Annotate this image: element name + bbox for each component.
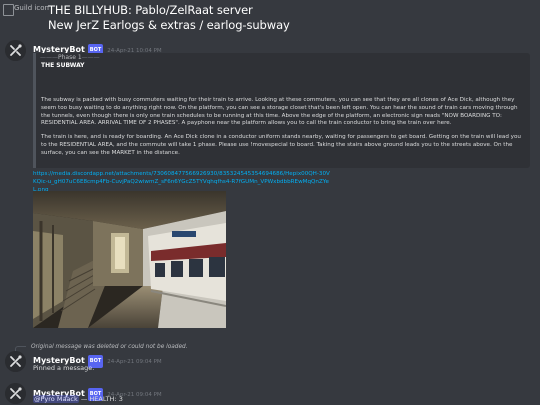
embed: ———Phase 1——— THE SUBWAY The subway is p… xyxy=(33,53,530,168)
channel-header: Guild icon THE BILLYHUB: Pablo/ZelRaat s… xyxy=(0,0,540,36)
broken-image-icon xyxy=(3,4,14,16)
attachment-image[interactable] xyxy=(33,191,226,328)
bot-avatar-icon xyxy=(5,351,26,372)
avatar[interactable] xyxy=(5,351,26,372)
message-body: @Pyro Maack — HEALTH: 3 xyxy=(33,395,123,403)
timestamp: 24-Apr-21 09:04 PM xyxy=(107,359,162,365)
avatar[interactable] xyxy=(5,383,26,404)
embed-paragraph: The subway is packed with busy commuters… xyxy=(41,97,518,127)
deleted-reference-note: Original message was deleted or could no… xyxy=(31,344,188,350)
channel-title: New JerZ Earlogs & extras / earlog-subwa… xyxy=(48,18,290,32)
embed-paragraph: The train is here, and is ready for boar… xyxy=(41,134,521,156)
embed-title: THE SUBWAY xyxy=(41,62,85,69)
guild-icon[interactable]: Guild icon xyxy=(3,3,49,29)
server-title: THE BILLYHUB: Pablo/ZelRaat server xyxy=(48,3,253,17)
pinned-message-text: Pinned a message. xyxy=(33,364,95,372)
avatar[interactable] xyxy=(5,40,26,61)
embed-phase: ———Phase 1——— xyxy=(40,54,100,61)
embed-phase-label: Phase 1 xyxy=(58,54,82,61)
bot-avatar-icon xyxy=(5,383,26,404)
subway-photo xyxy=(33,191,226,328)
message-text: — HEALTH: 3 xyxy=(80,395,123,403)
embed-description: The subway is packed with busy commuters… xyxy=(41,97,525,164)
bot-avatar-icon xyxy=(5,40,26,61)
guild-icon-alt-text: Guild icon xyxy=(14,4,49,12)
user-mention[interactable]: @Pyro Maack xyxy=(33,395,79,403)
